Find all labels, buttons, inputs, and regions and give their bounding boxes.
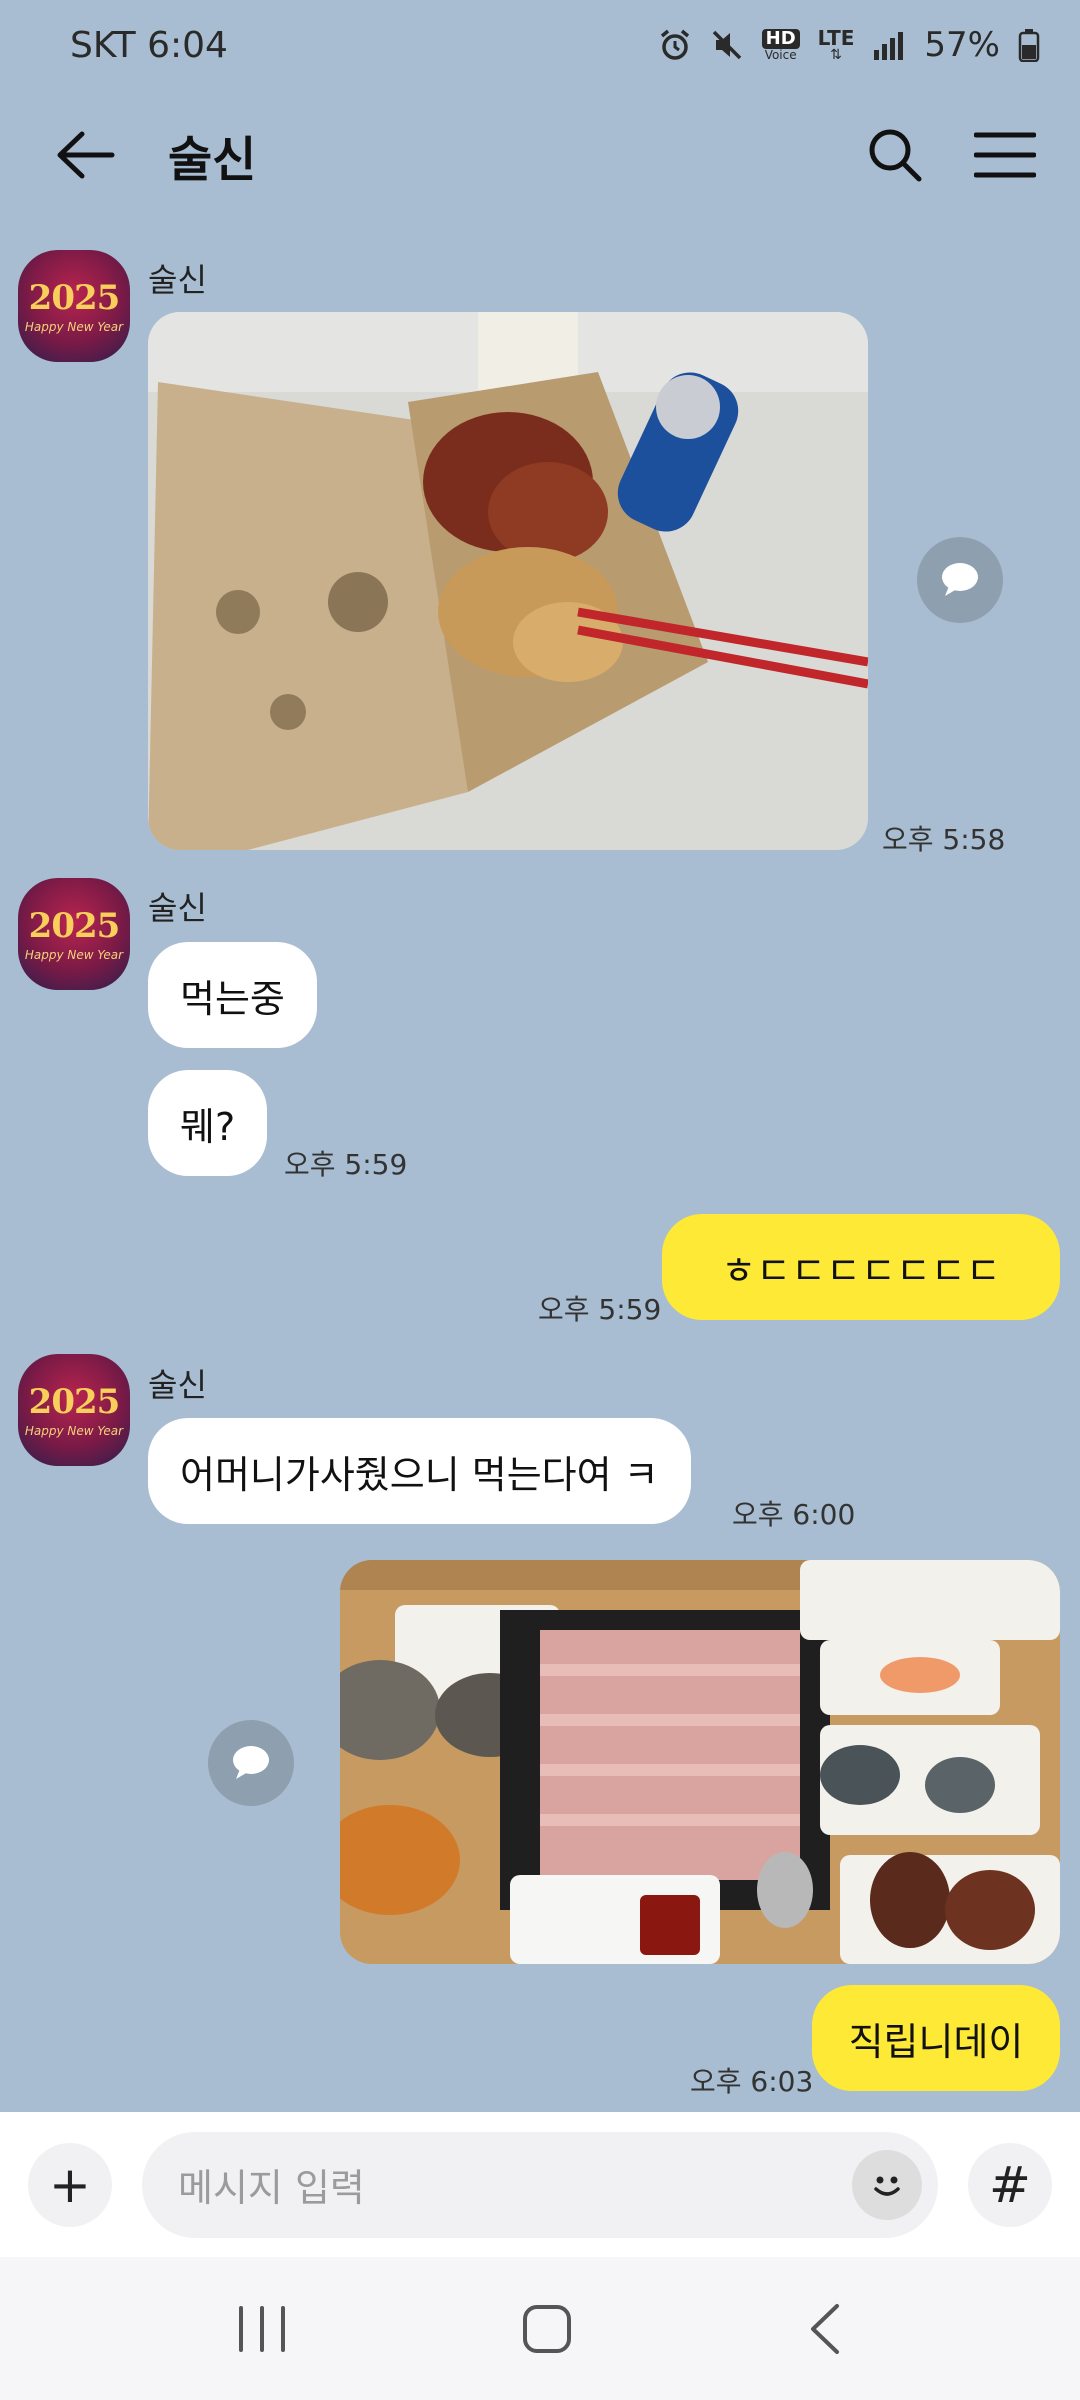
message-input-bar: + 메시지 입력 #: [0, 2112, 1080, 2257]
back-button[interactable]: [50, 120, 120, 190]
message-bubble[interactable]: 먹는중: [148, 942, 317, 1048]
system-nav-bar: [0, 2257, 1080, 2400]
message-bubble[interactable]: 뭬?: [148, 1070, 268, 1176]
message-bubble[interactable]: 어머니가사줬으니 먹는다여 ㅋ: [148, 1418, 691, 1524]
sashimi-photo-image: [340, 1560, 1060, 1964]
message-input[interactable]: 메시지 입력: [142, 2131, 938, 2238]
plus-icon: +: [49, 2155, 91, 2214]
my-message-bubble[interactable]: 직립니데이: [812, 1985, 1060, 2091]
speech-bubble-icon: [233, 1746, 269, 1779]
carrier-time: SKT 6:04: [70, 24, 228, 66]
status-bar: SKT 6:04 HD Voice LTE ⇅ 57%: [0, 0, 1080, 90]
my-message-bubble[interactable]: ㅎㄷㄷㄷㄷㄷㄷㄷ: [662, 1214, 1060, 1320]
share-button[interactable]: [208, 1720, 294, 1806]
search-button[interactable]: [860, 120, 930, 190]
avatar[interactable]: 2025 Happy New Year: [18, 1354, 130, 1466]
signal-icon: [874, 32, 904, 60]
recent-apps-icon[interactable]: [235, 2304, 289, 2354]
search-icon: [869, 129, 922, 182]
nav-back-icon[interactable]: [805, 2302, 845, 2356]
hash-icon: #: [989, 2155, 1031, 2214]
emoji-button[interactable]: [852, 2149, 922, 2220]
sender-name: 술신: [148, 1366, 207, 1404]
message-text: ㅎㄷㄷㄷㄷㄷㄷㄷ: [721, 1248, 1001, 1293]
message-text: 먹는중: [180, 976, 285, 1021]
avatar-caption: Happy New Year: [24, 320, 124, 334]
battery-percent: 57%: [924, 25, 1000, 65]
hd-voice-icon: HD Voice: [761, 29, 800, 61]
back-arrow-icon: [57, 131, 115, 179]
avatar[interactable]: 2025 Happy New Year: [18, 878, 130, 990]
battery-icon: [1018, 29, 1040, 62]
smiley-icon: [874, 2176, 900, 2196]
avatar-year: 2025: [28, 278, 121, 318]
speech-bubble-icon: [942, 563, 978, 596]
message-time: 오후 5:59: [538, 1293, 662, 1326]
share-button[interactable]: [917, 537, 1003, 623]
hashtag-button[interactable]: #: [968, 2142, 1052, 2227]
food-photo-sashimi[interactable]: [340, 1560, 1060, 1964]
alarm-icon: [660, 29, 689, 60]
food-photo-chicken[interactable]: [148, 312, 868, 850]
message-time: 오후 5:59: [284, 1148, 408, 1181]
chat-header: 술신: [0, 100, 1080, 210]
message-time: 오후 6:03: [690, 2065, 814, 2098]
sender-name: 술신: [148, 889, 207, 927]
status-icons: HD Voice LTE ⇅ 57%: [658, 25, 1040, 65]
mute-icon: [712, 30, 741, 60]
menu-button[interactable]: [970, 120, 1040, 190]
message-text: 뭬?: [180, 1104, 236, 1149]
hamburger-icon: [974, 132, 1036, 178]
attach-button[interactable]: +: [28, 2142, 112, 2227]
chicken-photo-image: [148, 312, 868, 850]
home-icon[interactable]: [520, 2302, 574, 2356]
chat-title: 술신: [168, 132, 257, 188]
message-input-placeholder: 메시지 입력: [178, 2166, 365, 2210]
message-text: 어머니가사줬으니 먹는다여 ㅋ: [180, 1452, 659, 1497]
message-text: 직립니데이: [848, 2019, 1024, 2064]
avatar[interactable]: 2025 Happy New Year: [18, 250, 130, 362]
sender-name: 술신: [148, 261, 207, 299]
lte-icon: LTE ⇅: [817, 26, 855, 63]
message-time: 오후 6:00: [732, 1498, 856, 1531]
message-time: 오후 5:58: [882, 823, 1006, 856]
